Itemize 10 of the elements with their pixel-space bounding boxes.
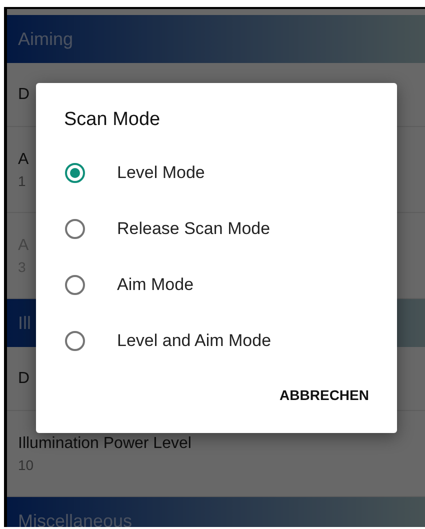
dialog-title: Scan Mode <box>63 109 162 131</box>
radio-button[interactable] <box>65 163 85 183</box>
radio-button[interactable] <box>65 219 85 239</box>
section-header: Aiming <box>7 15 425 63</box>
radio-button[interactable] <box>65 275 85 295</box>
option-label[interactable]: Level Mode <box>117 163 205 183</box>
option-label[interactable]: Release Scan Mode <box>117 219 270 239</box>
radio-button[interactable] <box>65 331 85 351</box>
option-label[interactable]: Aim Mode <box>117 275 194 295</box>
section-header: Miscellaneous <box>7 497 425 527</box>
